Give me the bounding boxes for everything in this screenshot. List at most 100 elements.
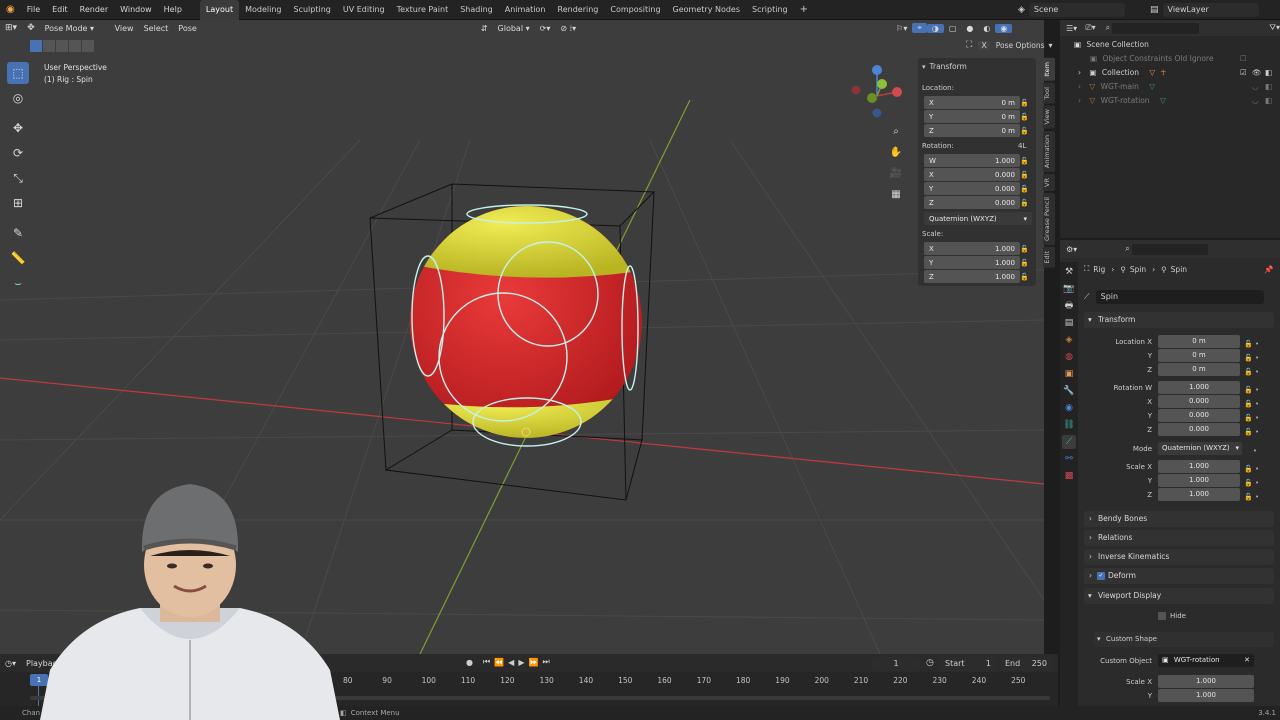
checkbox-icon[interactable]: ☐	[1240, 52, 1247, 66]
scene-selector[interactable]: ◈ Scene	[1018, 3, 1125, 17]
rotation-4l-toggle[interactable]: 4L	[1018, 142, 1026, 150]
overlay-toggle-icon[interactable]: ◑	[926, 23, 944, 33]
lock-icon[interactable]: 🔓 •	[1244, 337, 1259, 351]
tab-sculpting[interactable]: Sculpting	[288, 0, 337, 20]
rotation-y-field[interactable]: Y 0.000	[924, 182, 1020, 195]
play-reverse-icon[interactable]: ◀	[508, 658, 514, 667]
scale-y-field[interactable]: Y 1.000	[924, 256, 1020, 269]
rotation-z-field[interactable]: Z 0.000	[924, 196, 1020, 209]
tab-texture-paint[interactable]: Texture Paint	[391, 0, 455, 20]
select-new-icon[interactable]	[30, 40, 42, 52]
next-keyframe-icon[interactable]: ⏩	[528, 658, 538, 667]
physics-tab-icon[interactable]: ◉	[1062, 401, 1076, 415]
expand-arrow-icon[interactable]: ›	[1078, 82, 1081, 91]
select-invert-icon[interactable]	[69, 40, 81, 52]
bone-rotation-w-field[interactable]: 1.000	[1158, 381, 1240, 394]
scene-name-field[interactable]: Scene	[1028, 3, 1125, 17]
menu-window[interactable]: Window	[114, 0, 158, 20]
location-y-field[interactable]: Y 0 m	[924, 110, 1020, 123]
hide-row[interactable]: Hide	[1158, 612, 1186, 620]
custom-scale-x-field[interactable]: 1.000	[1158, 675, 1254, 688]
custom-object-field[interactable]: ▣ WGT-rotation ✕	[1158, 654, 1254, 667]
lock-icon[interactable]: 🔓	[1020, 273, 1029, 281]
select-extend-icon[interactable]	[43, 40, 55, 52]
scene-tab-icon[interactable]: ◈	[1062, 333, 1076, 347]
lock-icon[interactable]: 🔓 •	[1244, 490, 1259, 504]
tab-edit[interactable]: Edit	[1043, 246, 1055, 268]
rotation-mode-dropdown[interactable]: Quaternion (WXYZ) ▾	[924, 212, 1032, 225]
lock-icon[interactable]: 🔓	[1020, 157, 1029, 165]
view-layer-selector[interactable]: ▤ ViewLayer	[1150, 3, 1259, 17]
relations-section[interactable]: › Relations	[1084, 530, 1274, 546]
ortho-grid-icon[interactable]: ▦	[887, 185, 905, 203]
lock-icon[interactable]: 🔓 •	[1244, 411, 1259, 425]
bone-rotation-z-field[interactable]: 0.000	[1158, 423, 1240, 436]
zoom-icon[interactable]: ⌕	[887, 122, 905, 140]
visibility-icon[interactable]: ⚐▾	[891, 24, 912, 33]
move-tool-icon[interactable]: ✥	[7, 117, 29, 139]
pan-hand-icon[interactable]: ✋	[887, 143, 905, 161]
xray-icon[interactable]: ▢	[944, 24, 962, 33]
tab-shading[interactable]: Shading	[454, 0, 499, 20]
scale-z-field[interactable]: Z 1.000	[924, 270, 1020, 283]
shading-solid-icon[interactable]: ●	[961, 24, 978, 33]
bone-rotation-x-field[interactable]: 0.000	[1158, 395, 1240, 408]
select-intersect-icon[interactable]	[82, 40, 94, 52]
bone-name-input[interactable]: Spin	[1095, 290, 1264, 304]
lock-icon[interactable]: 🔓 •	[1244, 425, 1259, 439]
outliner-item[interactable]: › ▽ WGT-main ▽ ◡ ◧	[1060, 80, 1280, 94]
outliner-search-input[interactable]	[1112, 22, 1200, 34]
shading-material-icon[interactable]: ◐	[978, 24, 995, 33]
constraint-tab-icon[interactable]: ⛓	[1062, 418, 1076, 432]
jump-start-icon[interactable]: ⏮	[483, 657, 490, 667]
scale-x-field[interactable]: X 1.000	[924, 242, 1020, 255]
select-box-tool-icon[interactable]: ⬚	[7, 62, 29, 84]
lock-icon[interactable]: 🔓	[1020, 199, 1029, 207]
render-tab-icon[interactable]: 📷	[1062, 282, 1076, 296]
tab-modeling[interactable]: Modeling	[239, 0, 287, 20]
eye-icon[interactable]: 👁	[1252, 66, 1262, 80]
bone-location-z-field[interactable]: 0 m	[1158, 363, 1240, 376]
menu-edit[interactable]: Edit	[46, 0, 74, 20]
select-subtract-icon[interactable]	[56, 40, 68, 52]
camera-icon[interactable]: ◧	[1265, 80, 1272, 94]
output-tab-icon[interactable]: 🖶	[1062, 299, 1076, 313]
lock-icon[interactable]: 🔓	[1020, 245, 1029, 253]
jump-end-icon[interactable]: ⏭	[542, 657, 549, 667]
checkbox-icon[interactable]: ☑	[1240, 66, 1247, 80]
editor-type-icon[interactable]: ⊞▾	[0, 23, 22, 33]
deform-section[interactable]: › ✓ Deform	[1084, 568, 1274, 584]
record-icon[interactable]: ●	[466, 658, 473, 667]
tool-tab-icon[interactable]: ⚒	[1062, 265, 1076, 279]
measure-tool-icon[interactable]: 📏	[7, 247, 29, 269]
menu-file[interactable]: File	[21, 0, 46, 20]
editor-type-icon[interactable]: ◷▾	[0, 659, 21, 668]
texture-tab-icon[interactable]: ▩	[1062, 469, 1076, 483]
view-layer-field[interactable]: ViewLayer	[1162, 3, 1259, 17]
bone-location-x-field[interactable]: 0 m	[1158, 335, 1240, 348]
outliner-item[interactable]: › ▽ WGT-rotation ▽ ◡ ◧	[1060, 94, 1280, 108]
camera-icon[interactable]: ◧	[1265, 94, 1272, 108]
custom-shape-subpanel-header[interactable]: ▾ Custom Shape	[1094, 632, 1274, 647]
editor-type-icon[interactable]: ⚙▾	[1066, 245, 1077, 254]
tab-tool[interactable]: Tool	[1043, 82, 1055, 104]
bone-tab-icon[interactable]: ⟋	[1062, 435, 1076, 449]
menu-help[interactable]: Help	[158, 0, 188, 20]
rotate-tool-icon[interactable]: ⟳	[7, 142, 29, 164]
eye-closed-icon[interactable]: ◡	[1252, 80, 1259, 94]
tab-grease-pencil[interactable]: Grease Pencil	[1043, 192, 1055, 245]
lock-icon[interactable]: 🔓	[1020, 171, 1029, 179]
lock-icon[interactable]: 🔓 •	[1244, 397, 1259, 411]
shading-rendered-icon[interactable]: ◉	[995, 23, 1013, 33]
custom-scale-y-field[interactable]: 1.000	[1158, 689, 1254, 702]
rotation-x-field[interactable]: X 0.000	[924, 168, 1020, 181]
rotation-mode-dropdown[interactable]: Quaternion (WXYZ) ▾	[1158, 442, 1242, 455]
clear-icon[interactable]: ✕	[1244, 654, 1250, 667]
add-workspace-icon[interactable]: +	[794, 0, 814, 20]
relax-pose-tool-icon[interactable]: ⌣	[7, 272, 29, 294]
gizmo-toggle-icon[interactable]: ⌖	[912, 23, 927, 33]
pin-icon[interactable]: 📌	[1264, 265, 1273, 274]
view-layer-tab-icon[interactable]: ▤	[1062, 316, 1076, 330]
location-z-field[interactable]: Z 0 m	[924, 124, 1020, 137]
menu-render[interactable]: Render	[74, 0, 114, 20]
